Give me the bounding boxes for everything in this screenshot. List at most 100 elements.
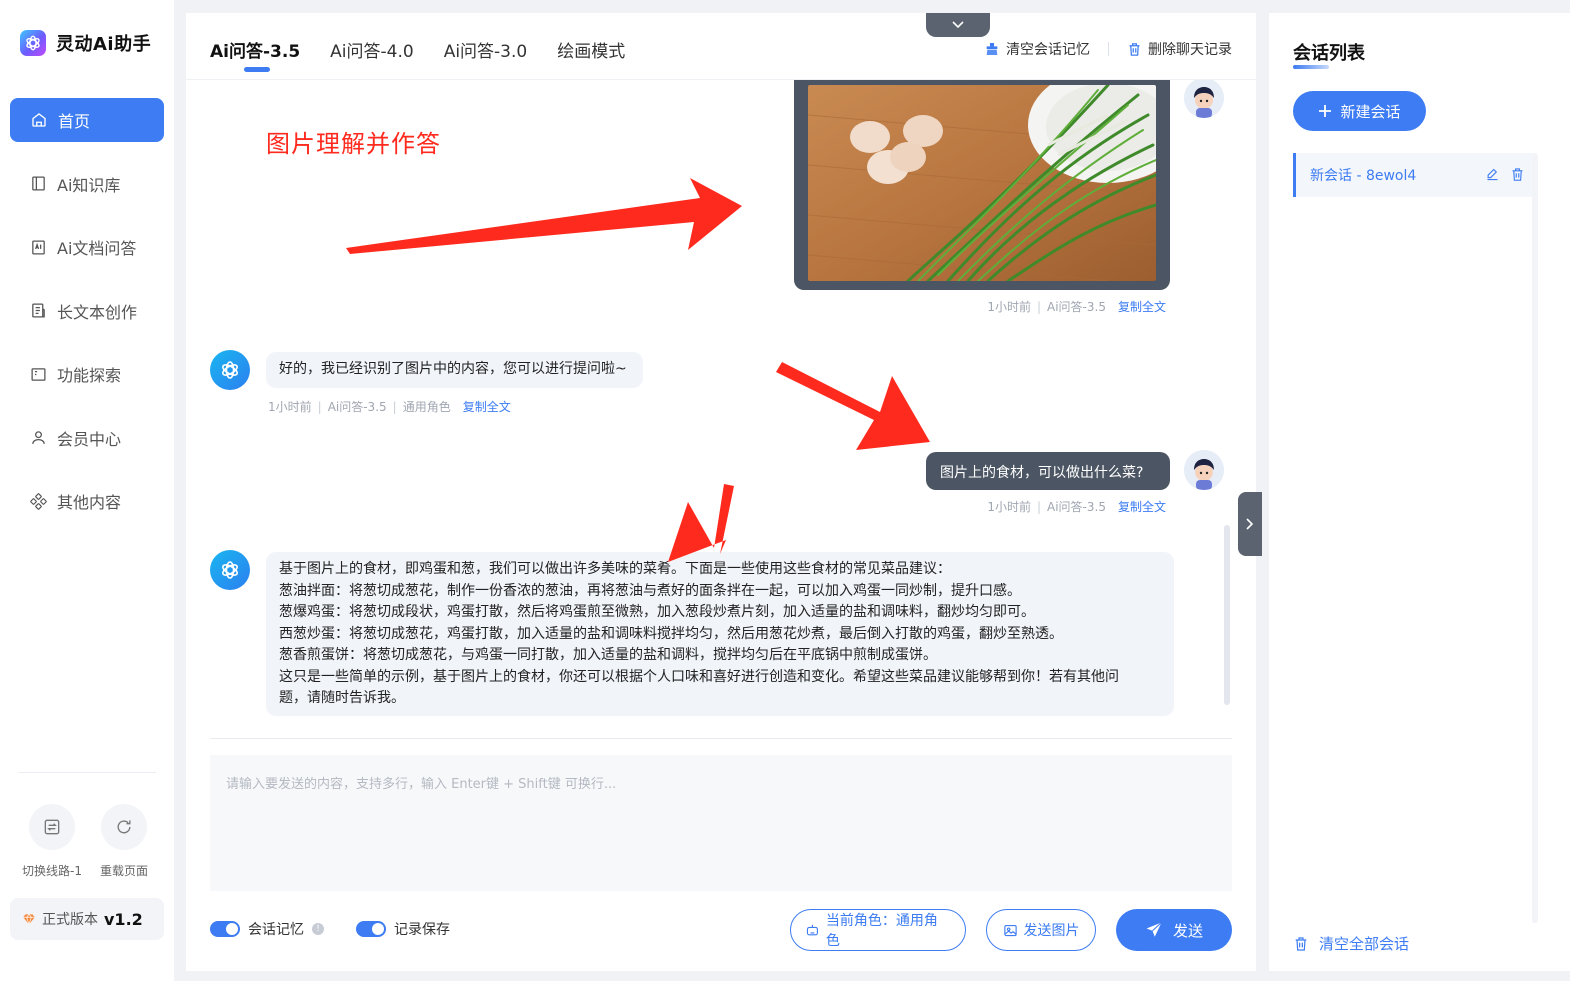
sidebar-item-other[interactable]: 其他内容: [10, 479, 164, 523]
chevron-down-icon: [952, 21, 964, 29]
delete-history-label: 删除聊天记录: [1148, 42, 1232, 58]
meta-model: Ai问答-3.5: [327, 400, 387, 414]
sidebar-item-doc-qa[interactable]: Ai文档问答: [10, 225, 164, 269]
sidebar-item-knowledge[interactable]: Ai知识库: [10, 162, 164, 206]
grid-icon: [30, 492, 47, 510]
tab-ai-3-5[interactable]: Ai问答-3.5: [210, 37, 300, 72]
answer-line: 葱香煎蛋饼：将葱切成葱花，与鸡蛋一同打散，加入适量的盐和调料，搅拌均匀后在平底锅…: [279, 647, 937, 663]
user-avatar: [1184, 80, 1224, 118]
bot-avatar: [210, 550, 250, 590]
openai-logo-icon: [222, 361, 238, 379]
message-meta: 1小时前 | Ai问答-3.5 复制全文: [987, 500, 1166, 514]
chat-messages: 图片理解并作答 1小时前 | Ai问答-3.5 复制全文 好的，我已经识别了图片…: [186, 80, 1256, 730]
sidebar-item-member[interactable]: 会员中心: [10, 416, 164, 460]
food-photo-image: [808, 85, 1156, 281]
bot-message-bubble[interactable]: 好的，我已经识别了图片中的内容，您可以进行提问啦~: [266, 352, 643, 388]
answer-line: 葱油拌面：将葱切成葱花，制作一份香浓的葱油，再将葱油与煮好的面条拌在一起，可以加…: [279, 582, 1021, 599]
memory-toggle-group: 会话记忆 !: [210, 919, 324, 939]
switch-line-icon: [44, 819, 60, 835]
tab-ai-3-0[interactable]: Ai问答-3.0: [444, 37, 528, 62]
copy-all-link[interactable]: 复制全文: [463, 400, 511, 414]
user-avatar: [1184, 450, 1224, 490]
reload-label: 重载页面: [99, 864, 148, 878]
reload-icon: [117, 820, 131, 834]
session-scrollbar[interactable]: [1532, 153, 1538, 923]
toggle-right-panel-button[interactable]: [1238, 492, 1262, 556]
brand-name: 灵动Ai助手: [56, 34, 152, 55]
message-input[interactable]: [210, 755, 1232, 891]
delete-history-button[interactable]: 删除聊天记录: [1127, 39, 1232, 59]
user-avatar-icon: [1184, 80, 1224, 118]
header-actions: 清空会话记忆 删除聊天记录: [984, 39, 1232, 59]
message-meta: 1小时前 | Ai问答-3.5 | 通用角色 复制全文: [268, 400, 511, 414]
collapse-header-button[interactable]: [926, 13, 990, 37]
save-toggle-group: 记录保存: [356, 919, 450, 939]
reload-button[interactable]: 重载页面: [90, 804, 158, 879]
trash-icon: [1295, 936, 1307, 951]
book-icon: [32, 176, 45, 191]
chat-panel: Ai问答-3.5 Ai问答-4.0 Ai问答-3.0 绘画模式 清空会话记忆 删…: [186, 13, 1256, 971]
clear-all-label: 清空全部会话: [1319, 935, 1410, 953]
version-badge: 正式版本 v1.2: [10, 898, 164, 940]
chat-scrollbar[interactable]: [1224, 525, 1230, 705]
info-icon[interactable]: !: [312, 923, 324, 935]
sidebar-item-long-text[interactable]: 长文本创作: [10, 289, 164, 333]
answer-line: 这只是一些简单的示例，基于图片上的食材，你还可以根据个人口味和喜好进行创造和变化…: [279, 668, 1119, 685]
save-record-toggle[interactable]: [356, 921, 386, 937]
send-button[interactable]: 发送: [1116, 909, 1232, 951]
copy-all-link[interactable]: 复制全文: [1118, 300, 1166, 314]
input-divider: [210, 738, 1232, 739]
session-item[interactable]: 新会话 - 8ewol4: [1293, 153, 1533, 197]
meta-time: 1小时前: [987, 300, 1031, 314]
brand[interactable]: 灵动Ai助手: [20, 30, 151, 56]
sidebar-nav: 首页 Ai知识库 Ai文档问答 长文本创作 功能探索 会员中心 其他内容: [10, 98, 164, 543]
new-chat-label: 新建会话: [1340, 102, 1401, 121]
user-icon: [32, 431, 45, 444]
clear-all-sessions-button[interactable]: 清空全部会话: [1293, 933, 1409, 954]
sidebar-item-label: 会员中心: [57, 429, 122, 449]
sidebar-item-label: Ai文档问答: [57, 239, 137, 258]
session-panel: 会话列表 新建会话 新会话 - 8ewol4 清空全部会话: [1269, 13, 1570, 971]
send-image-button[interactable]: 发送图片: [986, 909, 1096, 951]
answer-line: 西葱炒蛋：将葱切成葱花，鸡蛋打散，加入适量的盐和调味料搅拌均匀，然后用葱花炒煮，…: [279, 625, 1063, 642]
bot-avatar: [210, 350, 250, 390]
user-message-bubble[interactable]: 图片上的食材，可以做出什么菜?: [926, 452, 1170, 490]
sidebar-item-label: 首页: [58, 112, 91, 131]
diamond-icon: [23, 913, 35, 926]
switch-line-button[interactable]: 切换线路-1: [18, 804, 86, 879]
left-sidebar: 灵动Ai助手 首页 Ai知识库 Ai文档问答 长文本创作 功能探索 会员中心 其…: [0, 0, 174, 981]
session-list-title: 会话列表: [1293, 43, 1365, 64]
tab-drawing-mode[interactable]: 绘画模式: [557, 37, 625, 62]
memory-toggle[interactable]: [210, 921, 240, 937]
plus-icon: [1319, 105, 1332, 117]
sidebar-divider: [18, 772, 156, 773]
user-message-text: 图片上的食材，可以做出什么菜?: [940, 465, 1144, 481]
clear-memory-label: 清空会话记忆: [1006, 42, 1090, 58]
switch-line-label: 切换线路-1: [22, 864, 82, 878]
delete-icon[interactable]: [1510, 167, 1525, 182]
chevron-right-icon: [1246, 518, 1254, 530]
ai-doc-icon: [32, 239, 45, 255]
trash-icon: [1129, 42, 1140, 56]
current-role-button[interactable]: 当前角色：通用角色: [790, 909, 966, 951]
answer-line: 葱爆鸡蛋：将葱切成段状，鸡蛋打散，然后将鸡蛋煎至微熟，加入葱段炒煮片刻，加入适量…: [279, 604, 1035, 620]
user-image-message[interactable]: [794, 80, 1170, 290]
meta-model: Ai问答-3.5: [1047, 500, 1106, 514]
copy-all-link[interactable]: 复制全文: [1118, 500, 1166, 514]
broom-icon: [986, 43, 998, 55]
meta-time: 1小时前: [987, 500, 1031, 514]
openai-logo-icon: [222, 561, 238, 579]
answer-line: 基于图片上的食材，即鸡蛋和葱，我们可以做出许多美味的菜肴。下面是一些使用这些食材…: [279, 561, 951, 577]
tab-ai-4-0[interactable]: Ai问答-4.0: [330, 37, 414, 62]
home-icon: [32, 113, 46, 127]
new-chat-button[interactable]: 新建会话: [1293, 91, 1426, 131]
clear-memory-button[interactable]: 清空会话记忆: [984, 39, 1090, 59]
robot-icon: [806, 924, 818, 935]
message-meta: 1小时前 | Ai问答-3.5 复制全文: [987, 300, 1166, 314]
sidebar-item-home[interactable]: 首页: [10, 98, 164, 142]
sidebar-item-explore[interactable]: 功能探索: [10, 352, 164, 396]
bot-answer-bubble[interactable]: 基于图片上的食材，即鸡蛋和葱，我们可以做出许多美味的菜肴。下面是一些使用这些食材…: [266, 552, 1174, 716]
edit-icon[interactable]: [1485, 167, 1500, 182]
session-label: 新会话 - 8ewol4: [1310, 168, 1417, 184]
sidebar-item-label: 其他内容: [57, 493, 122, 512]
